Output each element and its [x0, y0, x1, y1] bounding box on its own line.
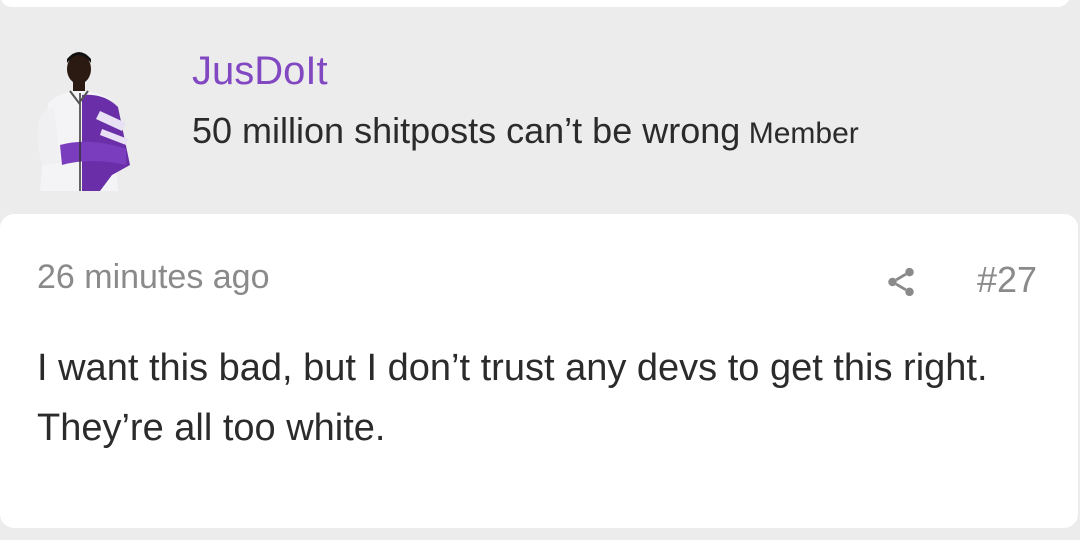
user-title-line: 50 million shitposts can’t be wrong Memb…: [192, 108, 859, 162]
user-custom-title: 50 million shitposts can’t be wrong: [192, 110, 741, 151]
share-button[interactable]: [879, 260, 923, 304]
post-body-text: I want this bad, but I don’t trust any d…: [37, 347, 988, 449]
username-link[interactable]: JusDoIt: [192, 47, 328, 95]
user-avatar[interactable]: [30, 45, 140, 191]
share-icon: [888, 267, 914, 297]
user-role-badge: Member: [748, 117, 859, 150]
previous-post-card-edge: [0, 0, 1070, 7]
post-timestamp[interactable]: 26 minutes ago: [37, 256, 270, 298]
post-card: 26 minutes ago #27 I want this bad, but …: [0, 214, 1078, 528]
page-background-strip: [0, 528, 1080, 540]
post-author-header: JusDoIt 50 million shitposts can’t be wr…: [0, 7, 1080, 214]
post-number-link[interactable]: #27: [977, 258, 1037, 302]
avatar-photo-icon: [37, 52, 130, 191]
